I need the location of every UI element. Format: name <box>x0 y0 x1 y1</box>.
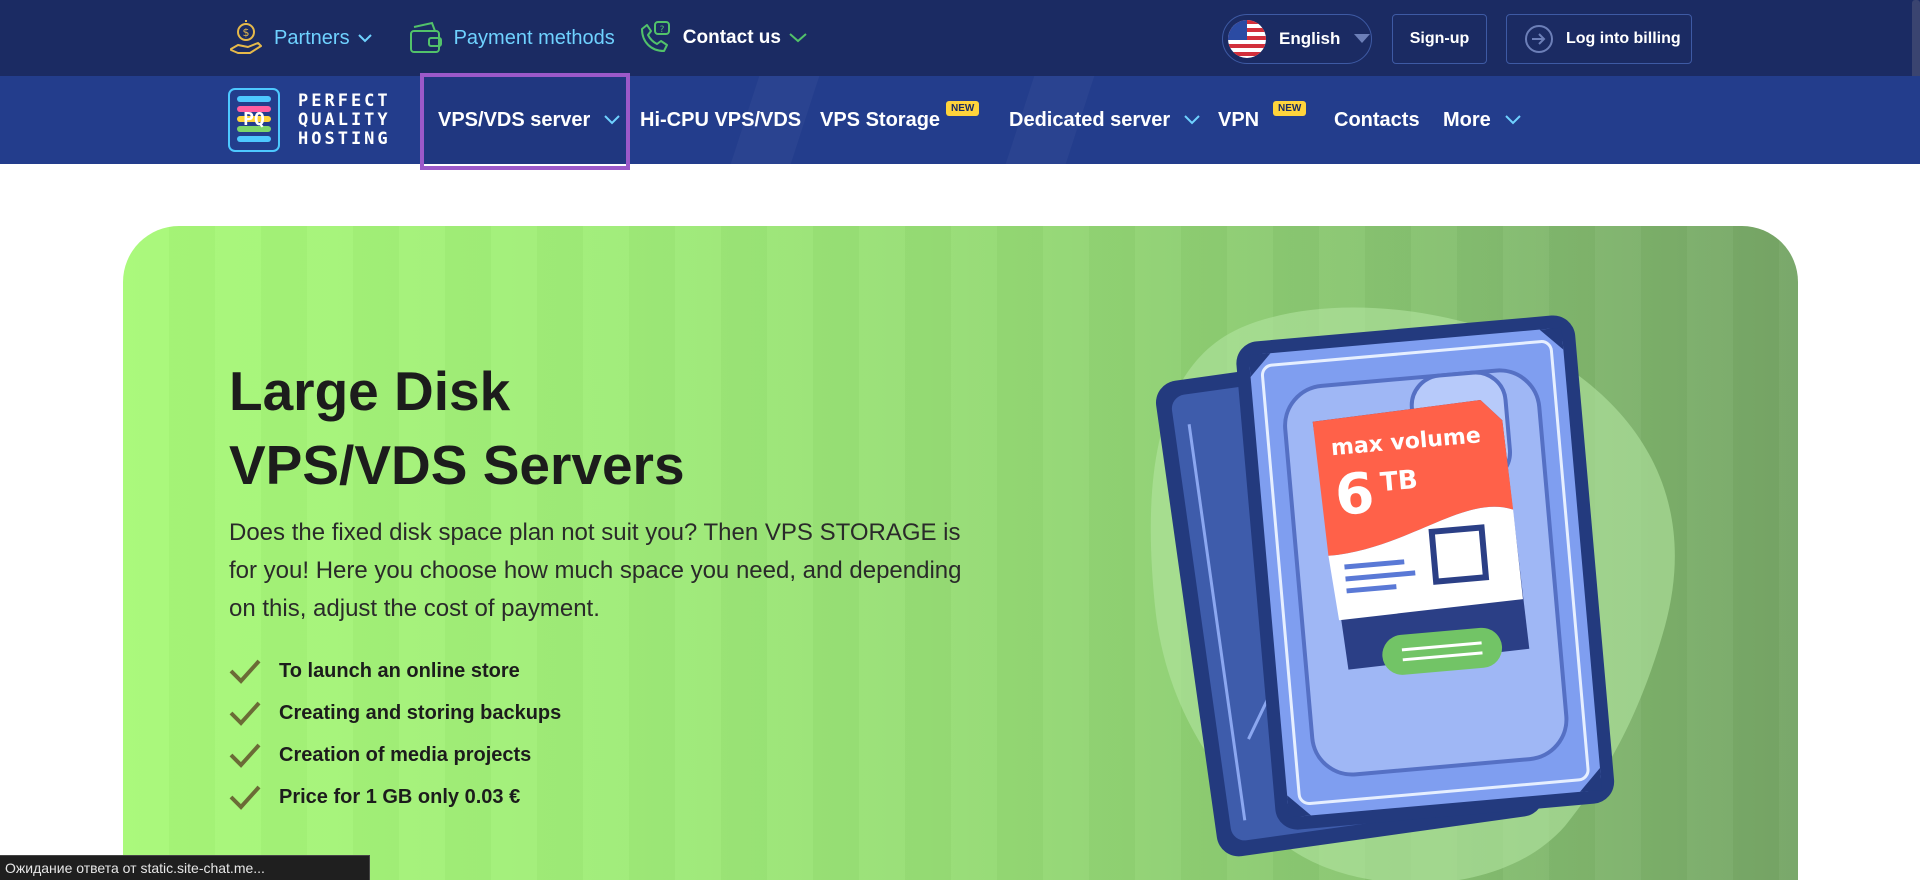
feature-list: To launch an online store Creating and s… <box>229 650 561 818</box>
nav-item-label: VPN <box>1218 108 1260 131</box>
new-badge: NEW <box>1273 101 1307 116</box>
nav-item-vps-storage[interactable]: VPS Storage <box>820 76 940 164</box>
hero-title-line-1: Large Disk <box>229 360 511 422</box>
feature-text: Creation of media projects <box>279 743 532 766</box>
nav-item-label: Dedicated server <box>1009 108 1171 131</box>
language-label: English <box>1279 29 1341 48</box>
check-icon <box>229 701 261 726</box>
nav-item-vps-vds[interactable]: VPS/VDS server <box>424 76 626 164</box>
feature-item: To launch an online store <box>229 650 561 692</box>
nav-item-label: More <box>1443 108 1491 131</box>
chevron-down-icon <box>357 33 372 43</box>
nav-item-label: VPS Storage <box>820 108 941 131</box>
caret-down-icon <box>1354 30 1371 48</box>
hand-coin-icon: $ <box>226 18 266 58</box>
us-flag-icon <box>1228 20 1266 58</box>
contact-us-link[interactable]: ? Contact us <box>635 18 807 58</box>
feature-item: Creation of media projects <box>229 734 561 776</box>
wallet-icon <box>406 18 446 58</box>
check-icon <box>229 785 261 810</box>
hero-description: Does the fixed disk space plan not suit … <box>229 519 962 622</box>
payment-methods-label: Payment methods <box>453 26 615 49</box>
top-bar: $ Partners Payment methods ? Contact us … <box>0 0 1920 96</box>
login-billing-button[interactable]: Log into billing <box>1506 14 1692 64</box>
contact-us-label: Contact us <box>682 27 781 48</box>
browser-status-bar: Ожидание ответа от static.site-chat.me..… <box>0 855 370 880</box>
main-nav: PQ PERFECT QUALITY HOSTING VPS/VDS serve… <box>0 76 1920 164</box>
chevron-down-icon <box>1184 115 1200 125</box>
hard-disk-illustration: max volume 6 TB <box>1150 307 1675 880</box>
hero-title-line-2: VPS/VDS Servers <box>229 434 685 496</box>
hero-section: Large Disk VPS/VDS Servers Does the fixe… <box>123 226 1798 880</box>
login-arrow-icon <box>1524 24 1554 54</box>
logo-mark-icon: PQ <box>228 88 280 152</box>
hero-title: Large Disk VPS/VDS Servers <box>229 354 929 502</box>
chevron-down-icon <box>789 33 807 43</box>
nav-item-more[interactable]: More <box>1443 76 1521 164</box>
logo-line-2: QUALITY <box>298 109 391 130</box>
svg-text:$: $ <box>243 26 250 39</box>
chevron-down-icon <box>604 115 621 125</box>
feature-item: Creating and storing backups <box>229 692 561 734</box>
feature-text: To launch an online store <box>279 659 520 682</box>
new-badge: NEW <box>946 101 980 116</box>
svg-text:PQ: PQ <box>243 109 265 130</box>
payment-methods-link[interactable]: Payment methods <box>406 18 615 58</box>
logo-text: PERFECT QUALITY HOSTING <box>298 90 391 149</box>
svg-text:TB: TB <box>1379 465 1419 498</box>
chevron-down-icon <box>1505 115 1521 125</box>
logo-line-3: HOSTING <box>298 128 391 149</box>
nav-item-contacts[interactable]: Contacts <box>1334 76 1420 164</box>
svg-text:?: ? <box>659 25 664 35</box>
signup-button[interactable]: Sign-up <box>1392 14 1487 64</box>
feature-text: Creating and storing backups <box>279 701 562 724</box>
check-icon <box>229 743 261 768</box>
nav-item-label: VPS/VDS server <box>438 108 591 131</box>
feature-text: Price for 1 GB only 0.03 € <box>279 785 521 808</box>
nav-item-label: Contacts <box>1334 108 1420 131</box>
nav-item-vpn[interactable]: VPN <box>1218 76 1259 164</box>
language-selector[interactable]: English <box>1222 14 1372 64</box>
partners-link[interactable]: $ Partners <box>226 18 372 58</box>
nav-item-dedicated[interactable]: Dedicated server <box>1009 76 1200 164</box>
svg-text:6: 6 <box>1332 461 1376 529</box>
phone-help-icon: ? <box>635 18 675 58</box>
partners-label: Partners <box>274 26 350 49</box>
site-logo[interactable]: PQ PERFECT QUALITY HOSTING <box>228 88 391 152</box>
nav-item-hicpu[interactable]: Hi-CPU VPS/VDS <box>640 76 801 164</box>
logo-line-1: PERFECT <box>298 90 391 111</box>
feature-item: Price for 1 GB only 0.03 € <box>229 776 561 818</box>
nav-item-label: Hi-CPU VPS/VDS <box>640 108 802 131</box>
login-billing-label: Log into billing <box>1566 30 1681 47</box>
check-icon <box>229 659 261 684</box>
top-links: $ Partners Payment methods ? Contact us <box>226 18 807 58</box>
